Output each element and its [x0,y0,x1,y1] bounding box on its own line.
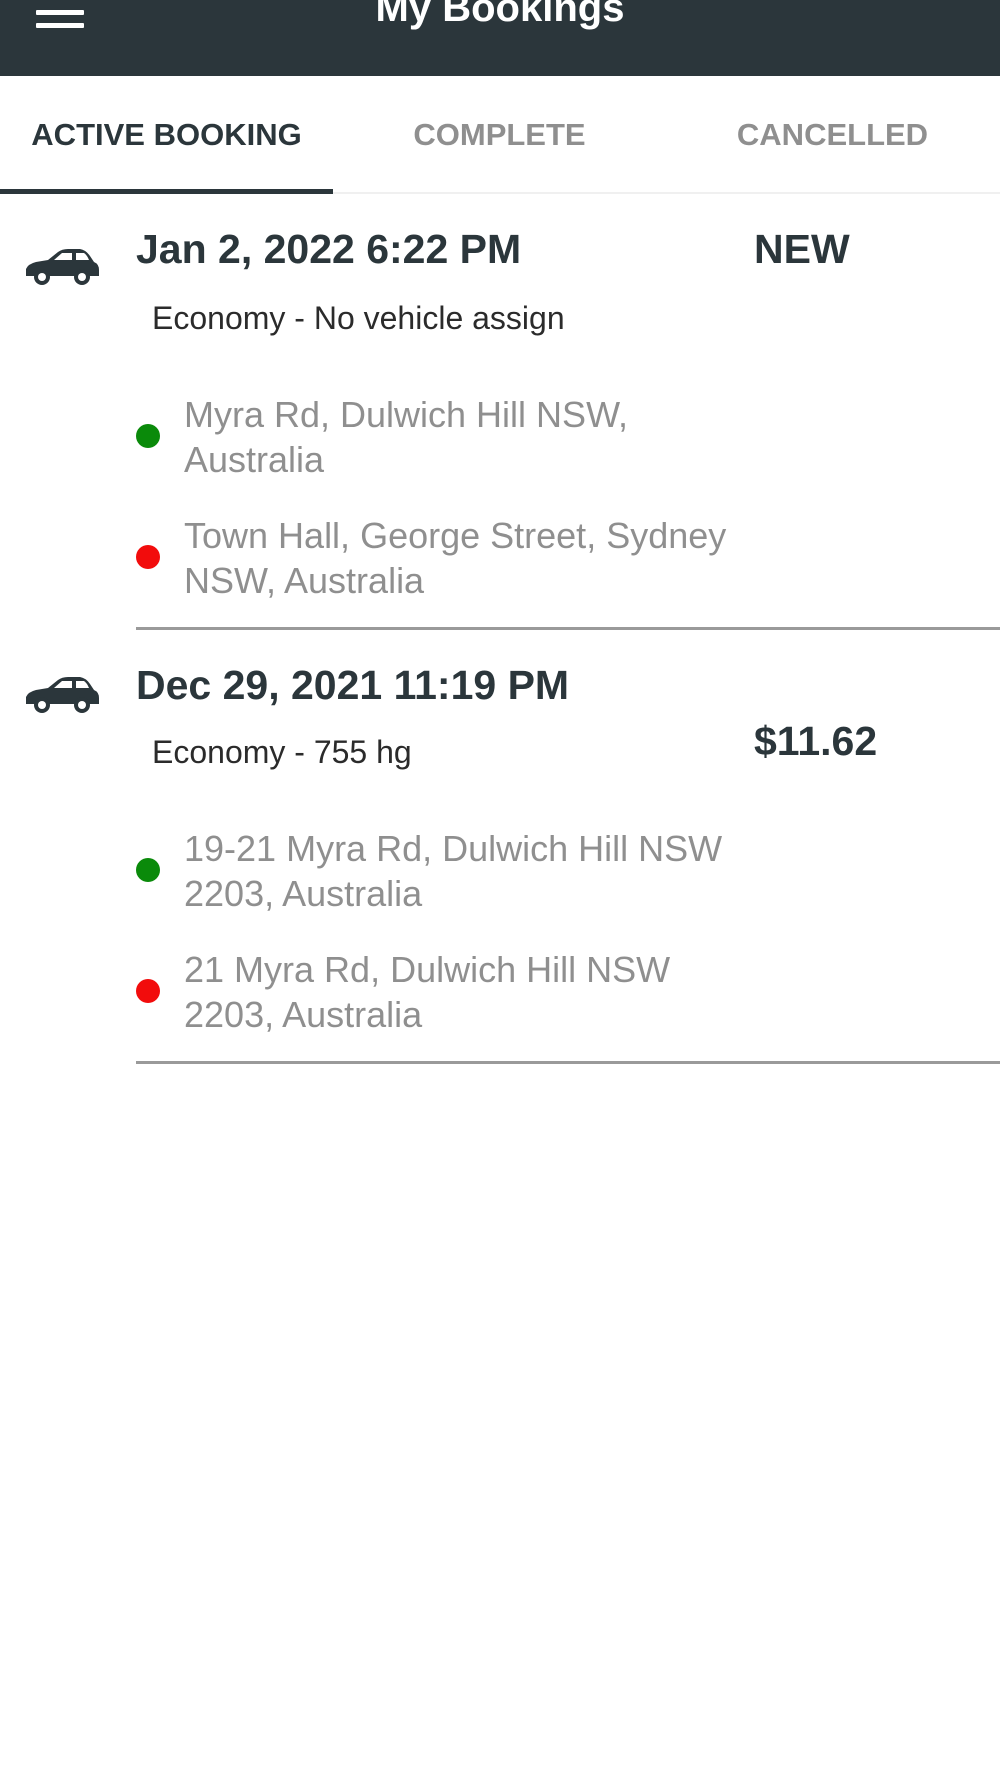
booking-datetime: Dec 29, 2021 11:19 PM [136,662,570,708]
tab-cancelled[interactable]: CANCELLED [666,76,999,194]
booking-card[interactable]: Dec 29, 2021 11:19 PM $11.62 Economy - 7… [0,630,1000,1064]
dropoff-address: 21 Myra Rd, Dulwich Hill NSW 2203, Austr… [184,949,671,1035]
dropoff-address: Town Hall, George Street, Sydney NSW, Au… [184,515,727,601]
divider [136,1061,1000,1064]
tab-complete[interactable]: COMPLETE [333,76,666,194]
booking-card[interactable]: Jan 2, 2022 6:22 PM NEW Economy - No veh… [0,196,1000,630]
status-badge: NEW [754,226,850,272]
pickup-dot-icon [136,424,160,448]
page-title: My Bookings [375,0,625,30]
active-tab-indicator [0,189,333,194]
pickup-address: 19-21 Myra Rd, Dulwich Hill NSW 2203, Au… [184,828,723,914]
dropoff-dot-icon [136,545,160,569]
pickup-address: Myra Rd, Dulwich Hill NSW, Australia [184,394,629,480]
tab-active-booking[interactable]: ACTIVE BOOKING [0,76,333,194]
car-icon [26,249,99,285]
dropoff-dot-icon [136,979,160,1003]
booking-fare: $11.62 [754,718,878,764]
app-bar: My Bookings [0,0,1000,76]
booking-tabs: ACTIVE BOOKING COMPLETE CANCELLED [0,76,1000,194]
pickup-dot-icon [136,858,160,882]
booking-datetime: Jan 2, 2022 6:22 PM [136,226,522,272]
service-type: Economy - No vehicle assign [152,300,565,336]
car-icon [26,677,99,713]
service-type: Economy - 755 hg [152,734,412,770]
